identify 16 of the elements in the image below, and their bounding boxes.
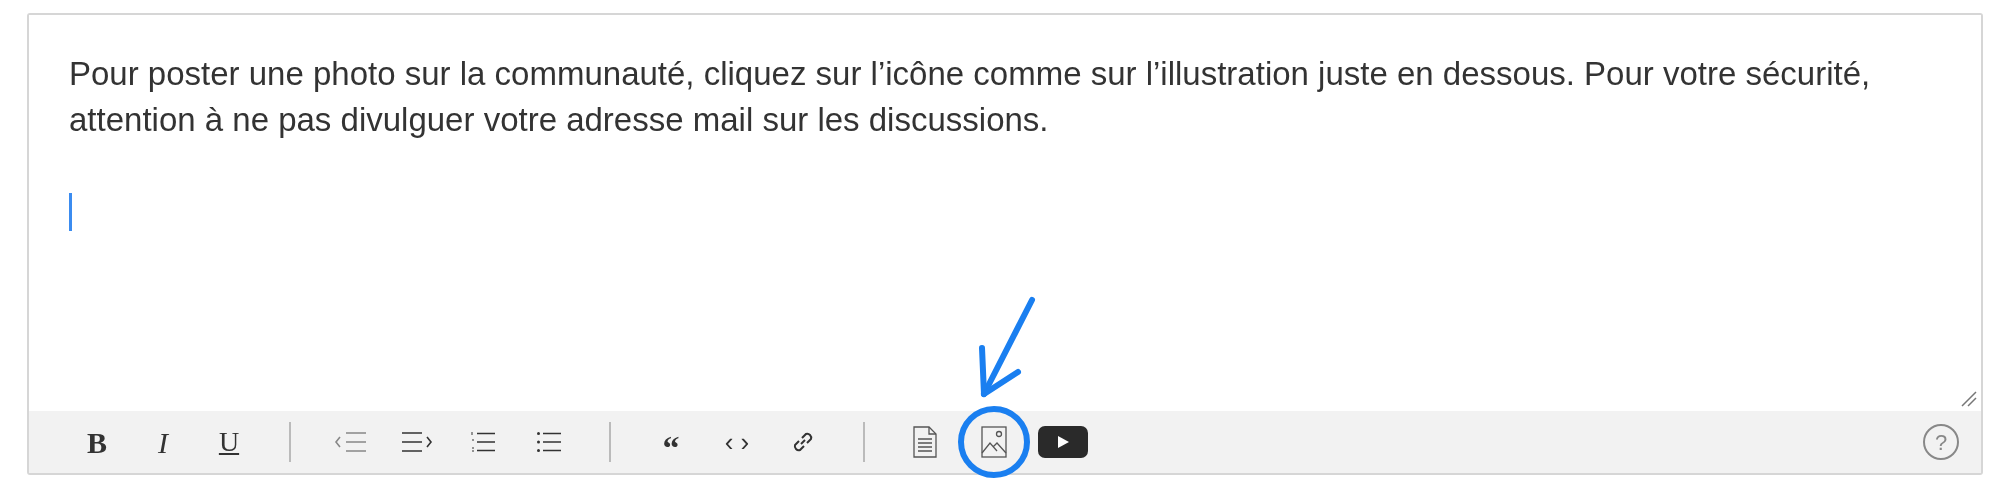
numbered-list-icon [470,431,496,453]
video-button[interactable] [1038,426,1088,458]
quote-button[interactable]: “ [638,418,704,466]
outdent-icon [334,431,368,453]
play-icon [1056,435,1070,449]
image-icon [981,426,1007,458]
bold-button[interactable]: B [64,418,130,466]
document-icon [913,426,937,458]
editor-text: Pour poster une photo sur la communauté, cliquez sur l’icône comme sur l’illustration juste en dessous. Pour votre sécurité, attention à ne pas divulguer votre adresse mail sur les discussions. [69,54,1872,140]
image-button[interactable] [958,406,1030,478]
underline-button[interactable]: U [196,418,262,466]
resize-grip-icon [1961,391,1977,407]
code-button[interactable]: ‹ › [704,418,770,466]
bullet-list-icon [536,431,562,453]
indent-icon [400,431,434,453]
italic-button[interactable]: I [130,418,196,466]
